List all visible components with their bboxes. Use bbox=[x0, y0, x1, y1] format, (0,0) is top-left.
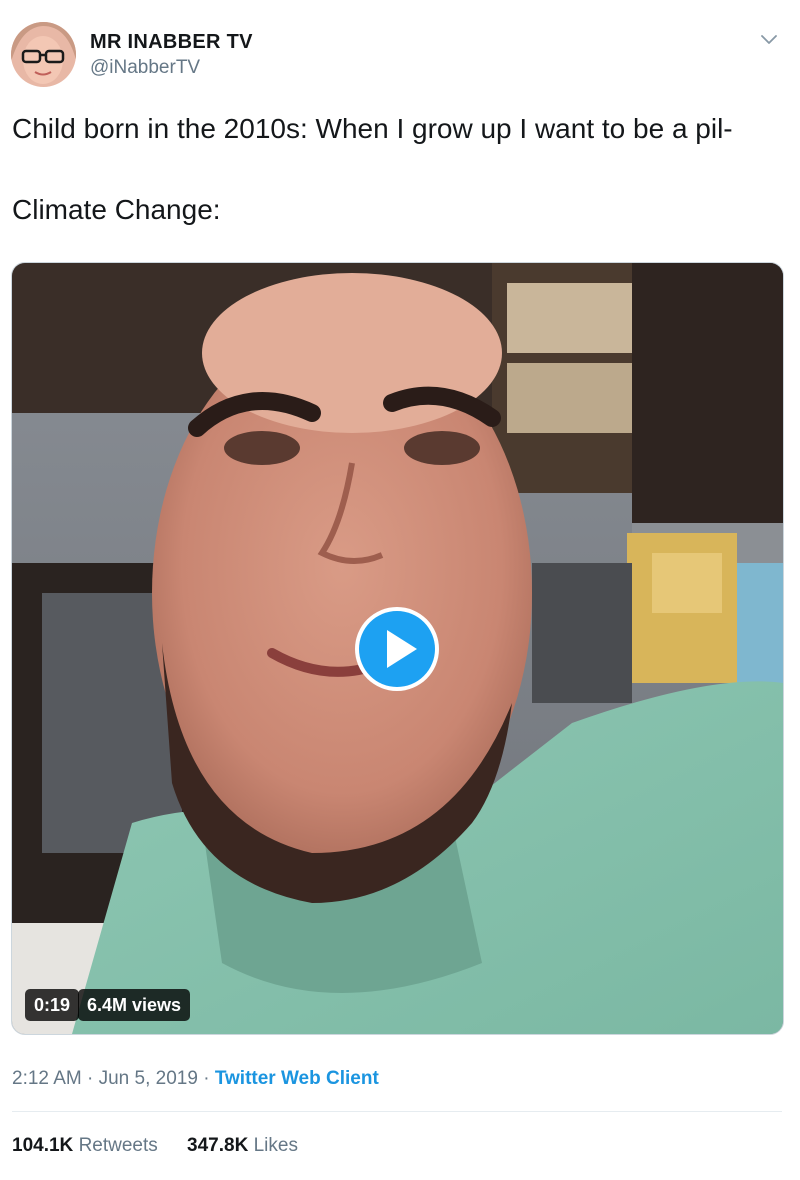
author-name[interactable]: MR INABBER TV bbox=[90, 31, 253, 54]
divider bbox=[12, 1111, 782, 1112]
likes-count: 347.8K bbox=[187, 1135, 249, 1156]
avatar-image bbox=[11, 22, 76, 87]
author-handle[interactable]: @iNabberTV bbox=[90, 57, 200, 79]
tweet-text-line-1: Child born in the 2010s: When I grow up … bbox=[12, 113, 733, 144]
tweet-source-link[interactable]: Twitter Web Client bbox=[215, 1068, 379, 1089]
retweets-count: 104.1K bbox=[12, 1135, 74, 1156]
tweet-meta: 2:12 AM · Jun 5, 2019 · Twitter Web Clie… bbox=[12, 1068, 379, 1090]
avatar[interactable] bbox=[11, 22, 76, 87]
tweet-stats: 104.1K Retweets 347.8K Likes bbox=[12, 1135, 298, 1157]
likes-label: Likes bbox=[253, 1135, 298, 1156]
tweet-text-line-2: Climate Change: bbox=[12, 194, 221, 225]
meta-separator: · bbox=[203, 1068, 210, 1089]
tweet-date[interactable]: Jun 5, 2019 bbox=[99, 1068, 198, 1089]
chevron-down-icon[interactable] bbox=[757, 28, 781, 52]
retweets-label: Retweets bbox=[78, 1135, 158, 1156]
meta-separator: · bbox=[87, 1068, 94, 1089]
play-icon bbox=[355, 607, 439, 691]
likes-stat[interactable]: 347.8K Likes bbox=[187, 1135, 298, 1156]
retweets-stat[interactable]: 104.1K Retweets bbox=[12, 1135, 158, 1156]
tweet-time[interactable]: 2:12 AM bbox=[12, 1068, 82, 1089]
video-duration-badge: 0:19 bbox=[25, 989, 80, 1021]
video-views-badge: 6.4M views bbox=[78, 989, 191, 1021]
play-button[interactable] bbox=[352, 604, 442, 694]
